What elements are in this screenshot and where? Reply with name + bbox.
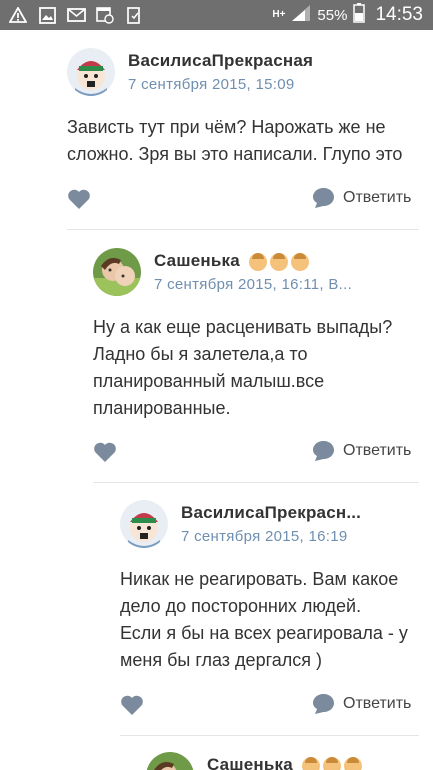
comment-line: меня бы глаз дергался ) [120, 650, 323, 670]
comment-line: Ну а как еще расценивать выпады? [93, 317, 393, 337]
heart-icon[interactable] [93, 441, 117, 463]
comment-line: Если я бы на всех реагировала - у [120, 623, 408, 643]
clock: 14:53 [375, 4, 423, 25]
mail-icon [66, 5, 86, 25]
avatar[interactable] [120, 500, 168, 548]
reply-button[interactable]: Ответить [312, 693, 411, 715]
reply-button[interactable]: Ответить [312, 187, 411, 209]
comment-line: дело до посторонних людей. [120, 596, 362, 616]
divider [93, 482, 419, 483]
signal-icon [291, 4, 311, 27]
user-badges [249, 253, 309, 271]
comment-author[interactable]: ВасилисаПрекрасная [128, 51, 313, 71]
comment-text: Никак не реагировать. Вам какое дело до … [120, 566, 408, 674]
comment-date: 7 сентября 2015, 15:09 [128, 76, 295, 93]
avatar[interactable] [146, 752, 194, 770]
comment-bubble-icon [313, 694, 334, 714]
reply-button[interactable]: Ответить [312, 440, 411, 462]
comment-line: Ладно бы я залетела,а то [93, 344, 308, 364]
divider [120, 735, 419, 736]
badge-icon [291, 253, 309, 271]
warning-icon [8, 5, 28, 25]
reply-label: Ответить [343, 189, 412, 206]
comment-author[interactable]: Сашенька [154, 251, 240, 271]
gallery-icon [37, 5, 57, 25]
avatar[interactable] [67, 48, 115, 96]
battery-percent: 55% [317, 6, 348, 24]
heart-icon[interactable] [67, 188, 91, 210]
comment-line: Никак не реагировать. Вам какое [120, 569, 399, 589]
user-badges [302, 757, 362, 770]
comment-line: планированный малыш.все [93, 371, 325, 391]
comment-bubble-icon [313, 188, 334, 208]
comment-date: 7 сентября 2015, 16:11, В... [154, 276, 353, 293]
battery-icon [353, 2, 366, 28]
comment-line: Зависть тут при чём? Нарожать же не [67, 117, 386, 137]
comment-author[interactable]: ВасилисаПрекрасн... [181, 503, 361, 523]
badge-icon [302, 757, 320, 770]
status-bar: H+ 55% 14:53 [0, 0, 433, 30]
comment-text: Зависть тут при чём? Нарожать же не слож… [67, 114, 402, 168]
comment-line: планированные. [93, 398, 231, 418]
reply-label: Ответить [343, 695, 412, 712]
badge-icon [323, 757, 341, 770]
badge-icon [344, 757, 362, 770]
comment-bubble-icon [313, 441, 334, 461]
comment-line: сложно. Зря вы это написали. Глупо это [67, 144, 403, 164]
comment-date: 7 сентября 2015, 16:19 [181, 528, 348, 545]
heart-icon[interactable] [120, 694, 144, 716]
clipboard-icon [124, 5, 144, 25]
divider [67, 229, 419, 230]
avatar[interactable] [93, 248, 141, 296]
calendar-icon [95, 5, 115, 25]
badge-icon [249, 253, 267, 271]
comment-text: Ну а как еще расценивать выпады? Ладно б… [93, 314, 392, 422]
network-type: H+ [272, 9, 286, 20]
comment-author[interactable]: Сашенька [207, 755, 293, 770]
reply-label: Ответить [343, 442, 412, 459]
badge-icon [270, 253, 288, 271]
